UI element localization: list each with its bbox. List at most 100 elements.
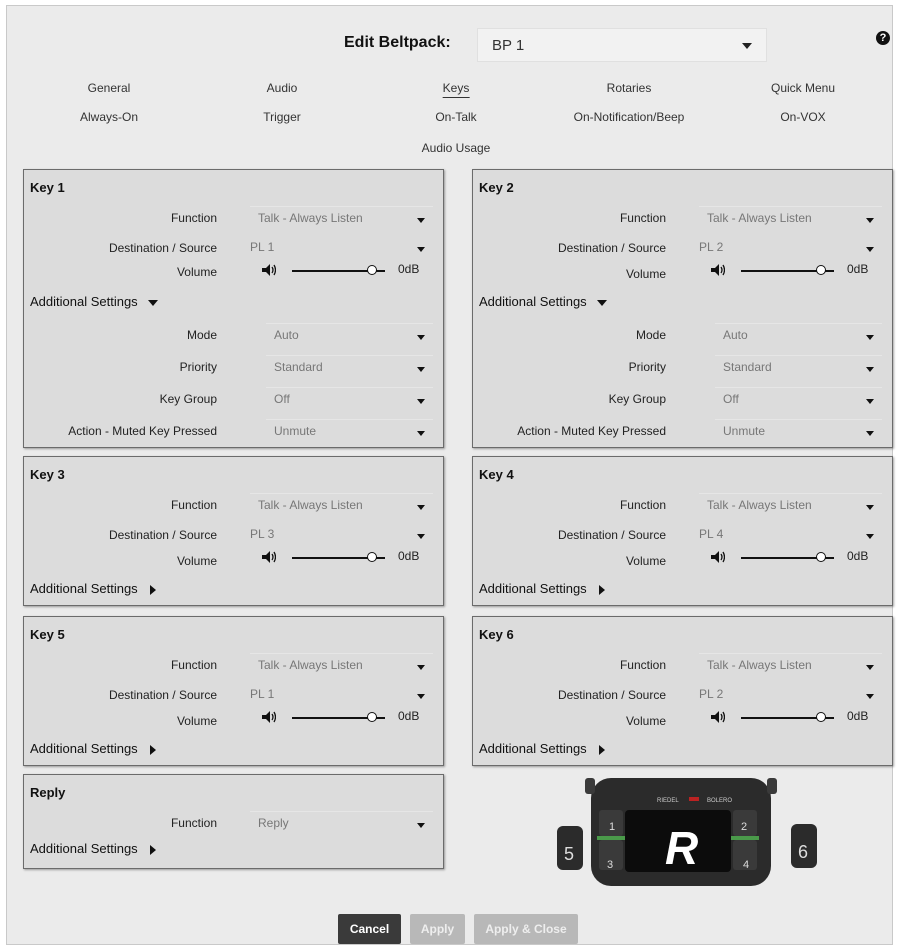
tab-general[interactable]: General	[88, 81, 131, 95]
destination-select[interactable]: PL 4	[691, 523, 882, 545]
function-select[interactable]: Talk - Always Listen	[250, 493, 433, 516]
volume-value: 0dB	[398, 549, 420, 563]
volume-knob[interactable]	[366, 712, 377, 722]
function-label: Function	[170, 211, 217, 225]
speaker-icon	[262, 711, 276, 723]
destination-label: Destination / Source	[557, 528, 666, 542]
additional-settings-label: Additional Settings	[479, 581, 587, 596]
beltpack-select[interactable]: BP 1	[477, 28, 767, 62]
chevron-down-icon	[417, 247, 425, 252]
tab-keys[interactable]: Keys	[442, 81, 470, 98]
additional-settings-toggle[interactable]: Additional Settings	[479, 581, 605, 596]
caret-down-icon	[147, 299, 158, 306]
tab-quick-menu[interactable]: Quick Menu	[771, 81, 835, 95]
tab-on-talk[interactable]: On-Talk	[435, 110, 476, 124]
priority-select[interactable]: Standard	[266, 355, 433, 378]
function-select[interactable]: Talk - Always Listen	[250, 206, 433, 229]
tab-trigger[interactable]: Trigger	[263, 110, 301, 124]
volume-value: 0dB	[847, 262, 869, 276]
function-select[interactable]: Reply	[250, 811, 433, 834]
key-group-label: Key Group	[608, 392, 666, 406]
apply-close-button[interactable]: Apply & Close	[474, 914, 578, 944]
tab-audio-usage[interactable]: Audio Usage	[422, 141, 491, 155]
tab-always-on[interactable]: Always-On	[80, 110, 138, 124]
volume-slider[interactable]: 0dB	[262, 549, 437, 566]
help-icon[interactable]: ?	[876, 31, 890, 45]
caret-right-icon	[149, 584, 156, 595]
chevron-down-icon	[417, 367, 425, 372]
volume-knob[interactable]	[366, 265, 377, 275]
priority-value: Standard	[723, 360, 772, 374]
destination-label: Destination / Source	[557, 688, 666, 702]
key-group-select[interactable]: Off	[266, 387, 433, 410]
mode-value: Auto	[723, 328, 748, 342]
additional-settings-toggle[interactable]: Additional Settings	[30, 841, 156, 856]
key-group-value: Off	[274, 392, 290, 406]
tab-on-notification-beep[interactable]: On-Notification/Beep	[574, 110, 685, 124]
priority-value: Standard	[274, 360, 323, 374]
speaker-icon	[262, 264, 276, 276]
function-value: Talk - Always Listen	[258, 498, 363, 512]
key-2-panel: Key 2 Function Talk - Always Listen Dest…	[472, 169, 893, 448]
function-select[interactable]: Talk - Always Listen	[699, 653, 882, 676]
destination-select[interactable]: PL 1	[242, 683, 433, 705]
tab-audio[interactable]: Audio	[267, 81, 298, 95]
priority-label: Priority	[628, 360, 666, 374]
tab-on-vox[interactable]: On-VOX	[780, 110, 825, 124]
tab-rotaries[interactable]: Rotaries	[607, 81, 652, 95]
volume-slider[interactable]: 0dB	[711, 709, 886, 726]
action-muted-label: Action - Muted Key Pressed	[517, 424, 666, 438]
destination-value: PL 3	[250, 527, 275, 541]
key-3-panel: Key 3 Function Talk - Always Listen Dest…	[23, 456, 444, 606]
chevron-down-icon	[866, 399, 874, 404]
additional-settings-label: Additional Settings	[30, 294, 138, 309]
function-select[interactable]: Talk - Always Listen	[699, 493, 882, 516]
volume-knob[interactable]	[815, 265, 826, 275]
key-group-select[interactable]: Off	[715, 387, 882, 410]
destination-select[interactable]: PL 2	[691, 236, 882, 258]
chevron-down-icon	[417, 694, 425, 699]
apply-button[interactable]: Apply	[410, 914, 465, 944]
caret-right-icon	[598, 584, 605, 595]
function-value: Talk - Always Listen	[707, 211, 812, 225]
volume-slider[interactable]: 0dB	[262, 709, 437, 726]
destination-label: Destination / Source	[108, 688, 217, 702]
priority-label: Priority	[179, 360, 217, 374]
mode-label: Mode	[635, 328, 666, 342]
additional-settings-toggle[interactable]: Additional Settings	[479, 741, 605, 756]
key-4-panel: Key 4 Function Talk - Always Listen Dest…	[472, 456, 893, 606]
additional-settings-toggle[interactable]: Additional Settings	[30, 294, 158, 309]
cancel-button[interactable]: Cancel	[338, 914, 401, 944]
mode-select[interactable]: Auto	[266, 323, 433, 346]
volume-value: 0dB	[847, 549, 869, 563]
beltpack-device-image: RIEDEL BOLERO R 1 2 3 4 5 6	[557, 778, 817, 886]
additional-settings-toggle[interactable]: Additional Settings	[30, 581, 156, 596]
panel-title: Reply	[30, 785, 66, 800]
volume-knob[interactable]	[366, 552, 377, 562]
destination-select[interactable]: PL 3	[242, 523, 433, 545]
destination-select[interactable]: PL 2	[691, 683, 882, 705]
mode-select[interactable]: Auto	[715, 323, 882, 346]
action-muted-select[interactable]: Unmute	[715, 419, 882, 442]
volume-knob[interactable]	[815, 552, 826, 562]
device-model-text: BOLERO	[707, 798, 732, 804]
panel-title: Key 4	[479, 467, 514, 482]
chevron-down-icon	[866, 505, 874, 510]
function-select[interactable]: Talk - Always Listen	[699, 206, 882, 229]
action-muted-value: Unmute	[723, 424, 766, 438]
action-muted-select[interactable]: Unmute	[266, 419, 433, 442]
additional-settings-toggle[interactable]: Additional Settings	[479, 294, 607, 309]
volume-slider[interactable]: 0dB	[711, 549, 886, 566]
key-group-value: Off	[723, 392, 739, 406]
chevron-down-icon	[417, 665, 425, 670]
volume-knob[interactable]	[815, 712, 826, 722]
volume-slider[interactable]: 0dB	[711, 262, 886, 279]
volume-value: 0dB	[847, 709, 869, 723]
volume-slider[interactable]: 0dB	[262, 262, 437, 279]
priority-select[interactable]: Standard	[715, 355, 882, 378]
key-5-panel: Key 5 Function Talk - Always Listen Dest…	[23, 616, 444, 766]
destination-select[interactable]: PL 1	[242, 236, 433, 258]
function-select[interactable]: Talk - Always Listen	[250, 653, 433, 676]
volume-label: Volume	[625, 714, 666, 728]
additional-settings-toggle[interactable]: Additional Settings	[30, 741, 156, 756]
